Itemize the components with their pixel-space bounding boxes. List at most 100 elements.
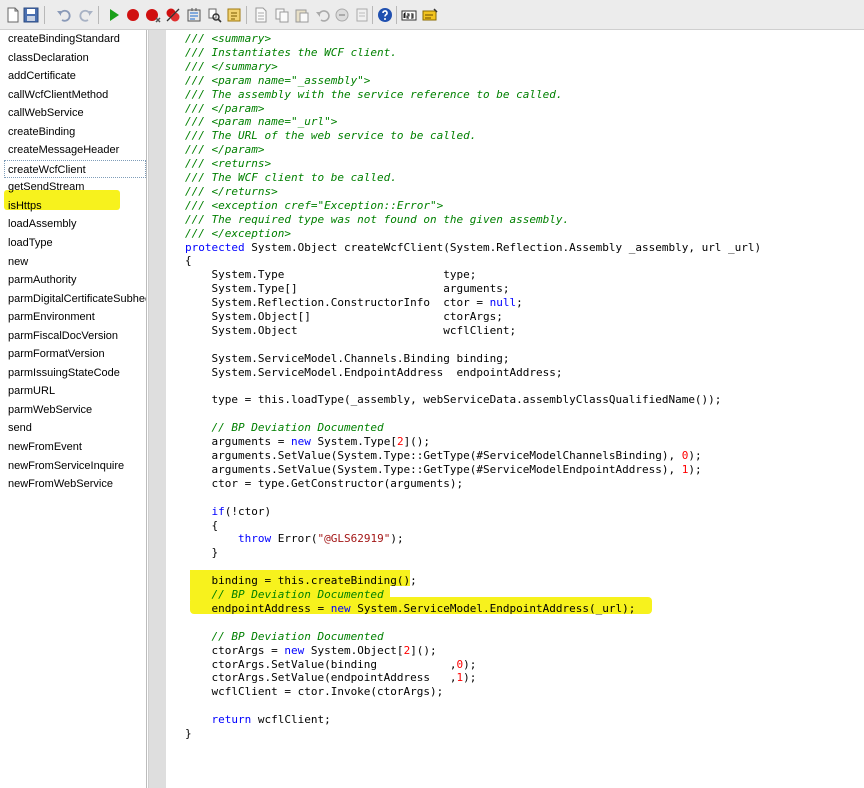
- code-token: /// </param>: [185, 101, 265, 115]
- method-item[interactable]: createBindingStandard: [4, 30, 146, 49]
- code-token: /// The required type was not found on t…: [185, 212, 570, 226]
- method-item[interactable]: createMessageHeader: [4, 141, 146, 160]
- method-item[interactable]: newFromWebService: [4, 475, 146, 494]
- code-line: return wcflClient;: [185, 713, 331, 727]
- code-token: );: [390, 532, 404, 546]
- comment-icon[interactable]: [334, 7, 350, 23]
- help-icon[interactable]: [377, 7, 393, 23]
- code-line: // BP Deviation Documented: [185, 588, 383, 602]
- method-item[interactable]: loadType: [4, 234, 146, 253]
- redo-icon[interactable]: [78, 7, 94, 23]
- code-token: /// The URL of the web service to be cal…: [185, 129, 477, 143]
- code-line: /// The required type was not found on t…: [185, 213, 569, 227]
- method-item[interactable]: newFromEvent: [4, 438, 146, 457]
- code-token: if: [211, 504, 225, 518]
- code-token: ]();: [410, 643, 437, 657]
- code-token: /// <param name="_url">: [185, 115, 338, 129]
- new-icon[interactable]: [5, 7, 21, 23]
- code-line: /// Instantiates the WCF client.: [185, 46, 397, 60]
- method-item[interactable]: send: [4, 419, 146, 438]
- remove-breakpoint-icon[interactable]: [145, 7, 161, 23]
- new-method-icon[interactable]: [253, 7, 269, 23]
- label-editor-icon[interactable]: [401, 7, 417, 23]
- code-line: /// </param>: [185, 102, 264, 116]
- code-token: endpointAddress =: [185, 601, 331, 615]
- code-line: /// </param>: [185, 143, 264, 157]
- code-line: type = this.loadType(_assembly, webServi…: [185, 393, 721, 407]
- code-token: );: [463, 657, 477, 671]
- code-token: System.Object[] ctorArgs;: [185, 310, 503, 323]
- toolbar-separator: [98, 6, 99, 24]
- code-token: new: [330, 601, 351, 615]
- method-item[interactable]: new: [4, 253, 146, 272]
- code-line: ctor = type.GetConstructor(arguments);: [185, 477, 463, 491]
- toolbar-separator: [372, 6, 373, 24]
- uncomment-icon[interactable]: [354, 7, 370, 23]
- clear-breakpoints-icon[interactable]: [165, 7, 181, 23]
- code-token: Error(: [271, 532, 318, 546]
- code-token: System.Type[: [310, 435, 397, 449]
- method-items: createBindingStandard classDeclaration add…: [4, 30, 146, 494]
- paste-icon[interactable]: [294, 7, 310, 23]
- properties-icon[interactable]: [226, 7, 242, 23]
- code-token: {: [185, 518, 219, 532]
- code-token: System.Object createWcfClient(System.Ref…: [244, 240, 762, 254]
- code-line: /// </exception>: [185, 227, 291, 241]
- code-token: /// <param name="_assembly">: [185, 73, 371, 87]
- method-item[interactable]: addCertificate: [4, 67, 146, 86]
- code-token: arguments =: [185, 435, 291, 449]
- code-line: ctorArgs.SetValue(endpointAddress ,1);: [185, 671, 476, 685]
- method-item[interactable]: parmFiscalDocVersion: [4, 327, 146, 346]
- code-line: /// The assembly with the service refere…: [185, 88, 563, 102]
- code-line: wcflClient = ctor.Invoke(ctorArgs);: [185, 685, 443, 699]
- code-line: /// <summary>: [185, 32, 271, 46]
- method-item[interactable]: createWcfClient: [4, 159, 146, 179]
- code-line: System.ServiceModel.Channels.Binding bin…: [185, 352, 509, 366]
- method-item[interactable]: parmWebService: [4, 401, 146, 420]
- code-token: new: [290, 435, 311, 449]
- method-item[interactable]: loadAssembly: [4, 215, 146, 234]
- method-item[interactable]: getSendStream: [4, 178, 146, 197]
- code-token: /// <returns>: [185, 157, 272, 171]
- method-item[interactable]: callWcfClientMethod: [4, 86, 146, 105]
- code-line: // BP Deviation Documented: [185, 629, 384, 644]
- code-line: arguments = new System.Type[2]();: [185, 435, 430, 449]
- code-token: arguments.SetValue(System.Type::GetType(…: [185, 462, 682, 476]
- save-icon[interactable]: [23, 7, 39, 23]
- method-item[interactable]: createBinding: [4, 123, 146, 142]
- code-editor[interactable]: /// <summary>/// Instantiates the WCF cl…: [166, 30, 864, 788]
- editor-gutter: [148, 30, 167, 788]
- code-token: // BP Deviation Documented: [185, 629, 384, 643]
- method-item[interactable]: parmFormatVersion: [4, 345, 146, 364]
- code-line: arguments.SetValue(System.Type::GetType(…: [185, 462, 702, 477]
- method-item[interactable]: classDeclaration: [4, 49, 146, 68]
- method-item[interactable]: newFromServiceInquire: [4, 457, 146, 476]
- toolbar-separator: [44, 6, 45, 24]
- script-icon[interactable]: [422, 7, 438, 23]
- code-line: // BP Deviation Documented: [185, 421, 383, 435]
- code-token: /// <summary>: [185, 32, 272, 45]
- run-icon[interactable]: [106, 7, 122, 23]
- code-token: /// The WCF client to be called.: [185, 171, 397, 184]
- toolbar-separator: [246, 6, 247, 24]
- lookup-icon[interactable]: [206, 7, 222, 23]
- undo-edit-icon[interactable]: [314, 7, 330, 23]
- code-token: System.Object[: [304, 643, 404, 657]
- code-line: binding = this.createBinding();: [185, 574, 416, 588]
- method-item[interactable]: callWebService: [4, 104, 146, 123]
- undo-icon[interactable]: [56, 7, 72, 23]
- code-token: );: [688, 462, 702, 476]
- code-line: endpointAddress = new System.ServiceMode…: [185, 602, 635, 616]
- method-item[interactable]: parmEnvironment: [4, 308, 146, 327]
- method-item[interactable]: parmURL: [4, 382, 146, 401]
- code-token: /// <exception cref="Exception::Error">: [185, 198, 444, 212]
- method-item[interactable]: parmDigitalCertificateSubhect: [4, 290, 146, 309]
- breakpoint-icon[interactable]: [125, 7, 141, 23]
- method-item[interactable]: parmAuthority: [4, 271, 146, 290]
- compile-icon[interactable]: [186, 7, 202, 23]
- method-list[interactable]: createBindingStandard classDeclaration add…: [4, 30, 147, 788]
- copy-icon[interactable]: [274, 7, 290, 23]
- method-item[interactable]: isHttps: [4, 197, 146, 216]
- method-item[interactable]: parmIssuingStateCode: [4, 364, 146, 383]
